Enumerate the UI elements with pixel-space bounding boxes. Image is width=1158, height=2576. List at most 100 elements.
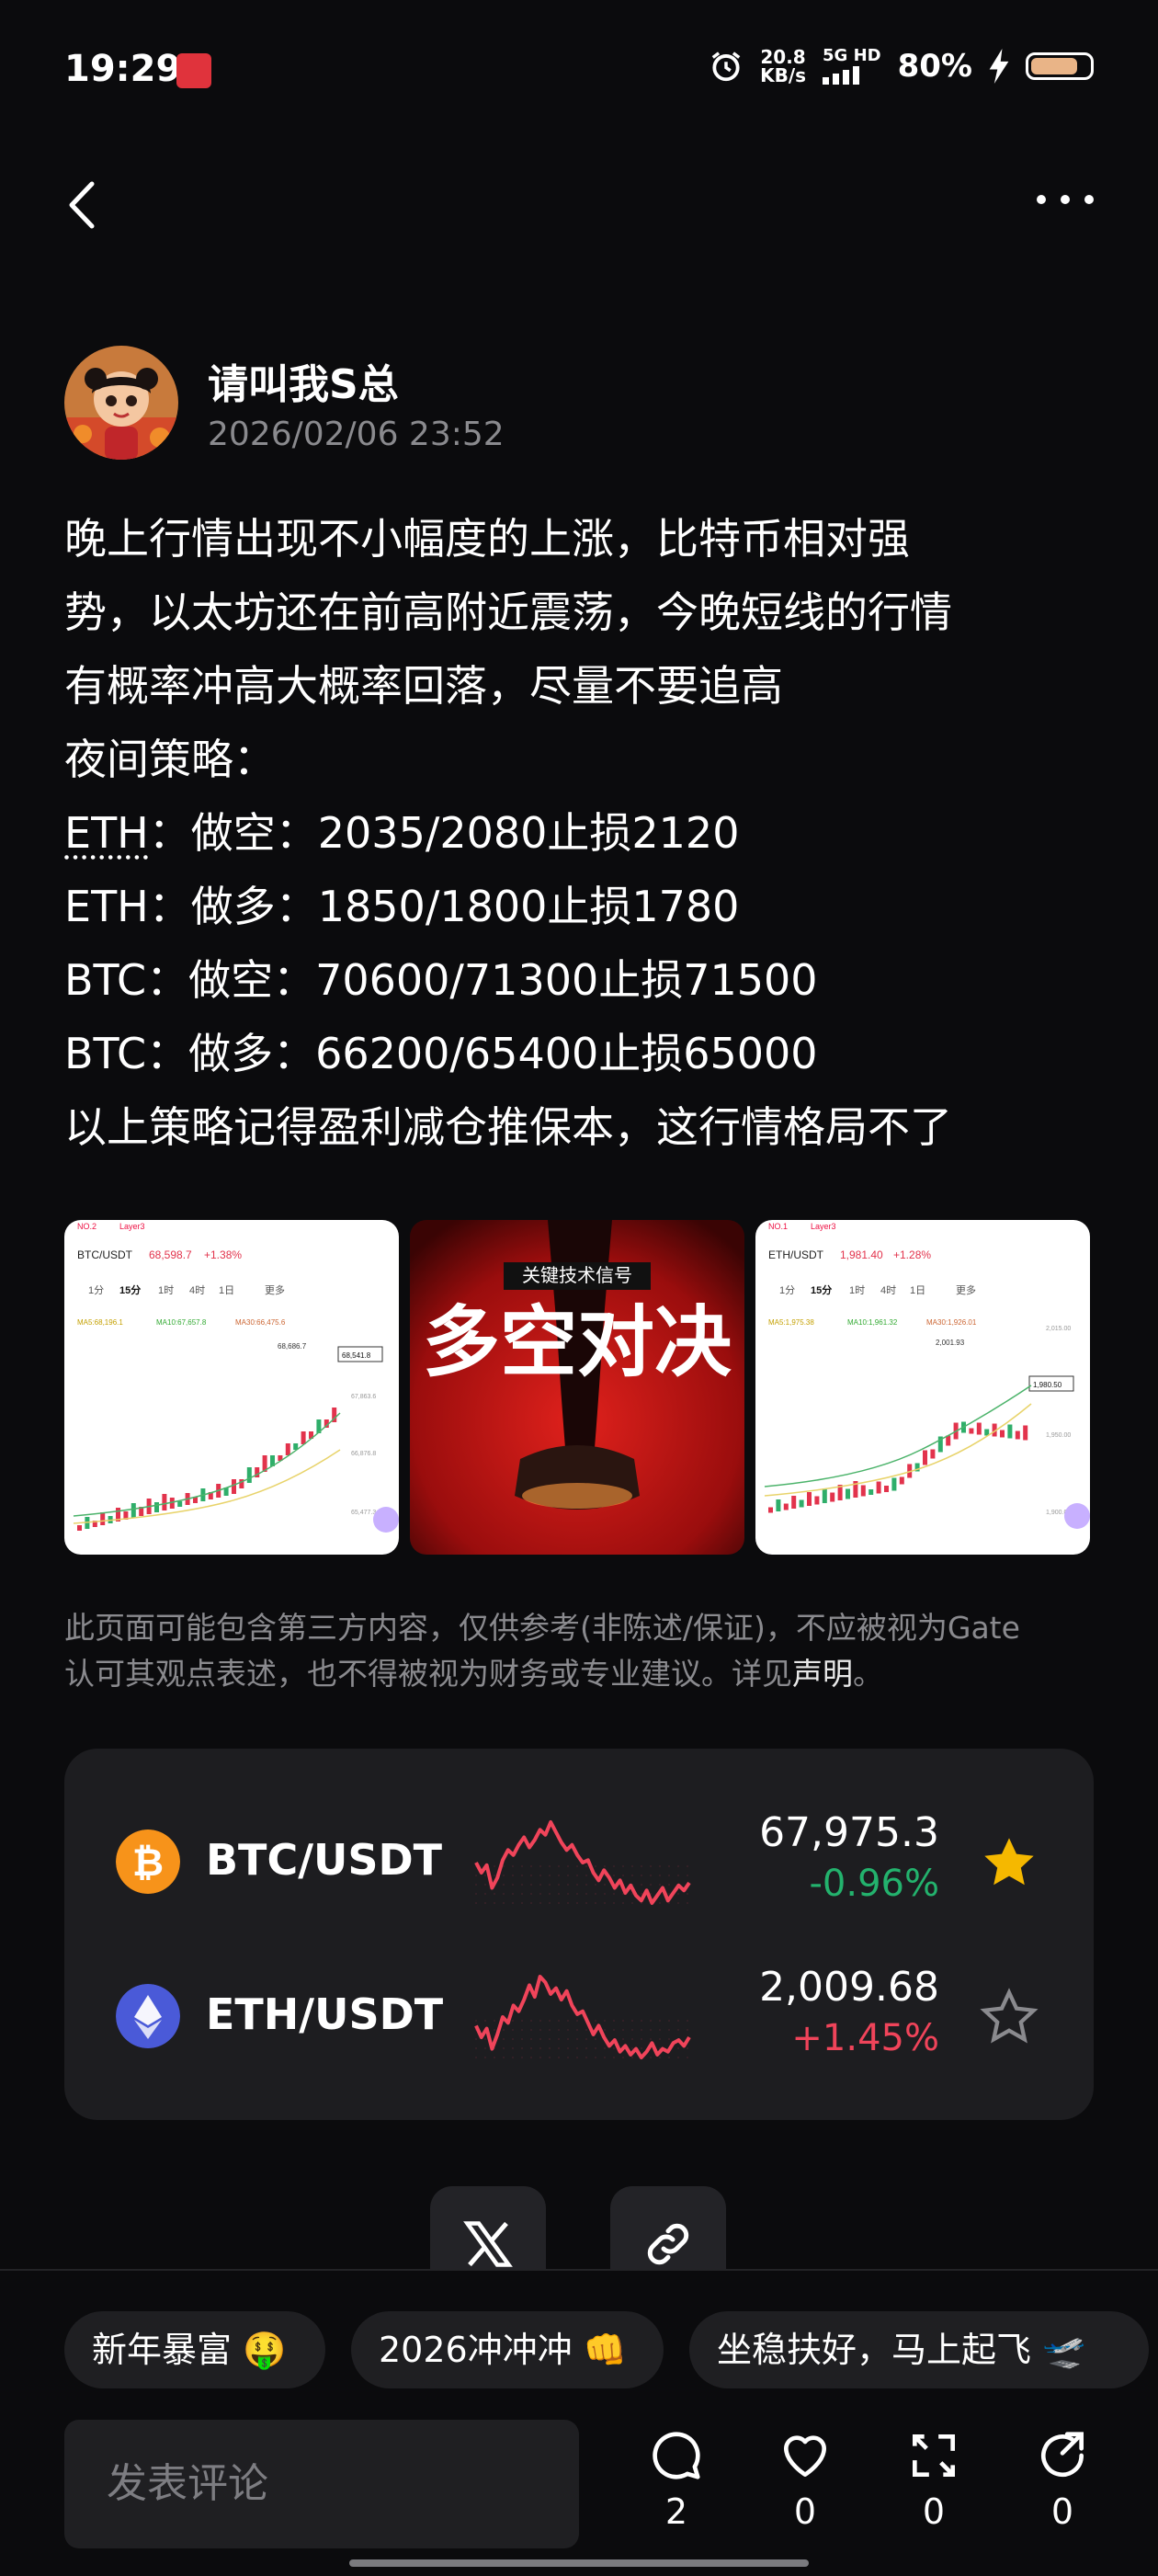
quick-reply-chip[interactable]: 2026冲冲冲 👊: [351, 2311, 664, 2388]
back-icon[interactable]: [57, 173, 112, 237]
svg-text:NO.2: NO.2: [77, 1222, 96, 1231]
author-name[interactable]: 请叫我S总: [208, 351, 399, 410]
repost-count: 0: [922, 2491, 946, 2532]
svg-text:1,981.40: 1,981.40: [840, 1248, 883, 1261]
svg-text:4时: 4时: [189, 1284, 205, 1296]
like-action[interactable]: 0: [759, 2427, 851, 2532]
pair-change: +1.45%: [791, 2017, 939, 2059]
candle: [830, 1492, 835, 1502]
share-icon: [1041, 2432, 1084, 2478]
alarm-icon: [711, 51, 741, 82]
svg-text:1,980.50: 1,980.50: [1033, 1381, 1062, 1389]
svg-text:2,001.93: 2,001.93: [936, 1339, 965, 1347]
candle: [100, 1512, 106, 1525]
coin-tag-link[interactable]: ETH: [64, 808, 149, 858]
svg-text:₿: ₿: [132, 1840, 164, 1885]
candle: [1023, 1425, 1028, 1441]
candle: [301, 1431, 306, 1444]
status-indicators: 20.8 KB/s 5G HD 80%: [709, 48, 1094, 85]
more-options-icon[interactable]: [1037, 195, 1094, 204]
svg-text:MA5:1,975.38: MA5:1,975.38: [768, 1318, 814, 1327]
candle: [891, 1477, 897, 1491]
comment-input[interactable]: 发表评论: [64, 2420, 579, 2548]
svg-text:1,950.00: 1,950.00: [1046, 1432, 1071, 1439]
promo-image[interactable]: 关键技术信号 多空对决: [410, 1220, 744, 1555]
svg-text:4时: 4时: [880, 1284, 896, 1296]
strategy-line: ETH：做空：2035/2080止损2120: [64, 808, 740, 858]
svg-text:MA10:1,961.32: MA10:1,961.32: [847, 1318, 898, 1327]
candle: [776, 1499, 781, 1511]
strategy-line: BTC：做多：66200/65400止损65000: [64, 1029, 818, 1078]
ethereum-icon: [116, 1984, 180, 2048]
svg-text:+1.38%: +1.38%: [204, 1248, 242, 1261]
svg-text:ETH/USDT: ETH/USDT: [768, 1248, 824, 1261]
favorite-star-icon[interactable]: [980, 1833, 1039, 1892]
svg-text:+1.28%: +1.28%: [893, 1248, 931, 1261]
battery-icon: [1026, 52, 1094, 80]
svg-text:1分: 1分: [88, 1284, 104, 1296]
candle: [876, 1481, 881, 1494]
svg-text:MA30:1,926.01: MA30:1,926.01: [926, 1318, 977, 1327]
comment-count: 2: [664, 2491, 688, 2532]
post-line: 夜间策略：: [64, 735, 276, 784]
pair-price: 2,009.68: [759, 1964, 939, 2011]
disclaimer-link[interactable]: 声明: [792, 1656, 853, 1692]
svg-text:MA30:66,475.6: MA30:66,475.6: [235, 1318, 286, 1327]
eth-chart-image[interactable]: NO.1 Layer3 ETH/USDT 1,981.40 +1.28% 1分 …: [755, 1220, 1090, 1555]
market-card: ₿ BTC/USDT 67,975.3 -0.96% ETH/USDT 2,00…: [64, 1749, 1094, 2120]
candle: [285, 1443, 290, 1455]
svg-text:BTC/USDT: BTC/USDT: [77, 1248, 133, 1261]
signal-bars-icon: [823, 66, 860, 85]
svg-text:更多: 更多: [956, 1283, 976, 1296]
candle: [1000, 1430, 1005, 1438]
svg-text:NO.1: NO.1: [768, 1222, 788, 1231]
market-row-eth[interactable]: ETH/USDT 2,009.68 +1.45%: [64, 1947, 1094, 2085]
btc-sparkline: [474, 1820, 691, 1905]
candle: [814, 1496, 820, 1505]
share-action[interactable]: 0: [1016, 2427, 1108, 2532]
strategy-line: BTC：做空：70600/71300止损71500: [64, 955, 818, 1005]
comment-icon: [653, 2432, 700, 2479]
charging-bolt-icon: [989, 49, 1009, 84]
btc-chart-image[interactable]: NO.2 Layer3 BTC/USDT 68,598.7 +1.38% 1分 …: [64, 1220, 399, 1555]
svg-text:Layer3: Layer3: [811, 1222, 836, 1231]
svg-text:15分: 15分: [811, 1283, 832, 1296]
candle: [899, 1476, 904, 1485]
candle: [969, 1428, 974, 1434]
sparkline-line: [474, 1820, 691, 1905]
svg-text:关键技术信号: 关键技术信号: [522, 1265, 632, 1286]
svg-text:66,876.8: 66,876.8: [351, 1451, 376, 1457]
svg-text:1分: 1分: [779, 1284, 795, 1296]
post-timestamp: 2026/02/06 23:52: [208, 416, 505, 453]
svg-text:2,015.00: 2,015.00: [1046, 1326, 1071, 1332]
quick-reply-chip[interactable]: 新年暴富 🤑: [64, 2311, 325, 2388]
comment-action[interactable]: 2: [630, 2427, 722, 2532]
candle: [154, 1502, 159, 1512]
avatar[interactable]: [64, 346, 178, 460]
disclaimer: 此页面可能包含第三方内容，仅供参考(非陈述/保证)，不应被视为Gate 认可其观…: [64, 1610, 1020, 1692]
pair-name: ETH/USDT: [206, 1989, 444, 2039]
link-icon: [647, 2223, 689, 2265]
market-row-btc[interactable]: ₿ BTC/USDT 67,975.3 -0.96%: [64, 1793, 1094, 1931]
candle: [77, 1525, 82, 1531]
svg-text:15分: 15分: [119, 1283, 141, 1296]
svg-text:68,598.7: 68,598.7: [149, 1248, 192, 1261]
favorite-star-icon[interactable]: [980, 1988, 1039, 2046]
candle: [177, 1501, 183, 1507]
pair-name: BTC/USDT: [206, 1835, 443, 1885]
svg-text:68,686.7: 68,686.7: [278, 1342, 307, 1351]
status-time: 19:29: [64, 48, 182, 90]
repost-action[interactable]: 0: [888, 2427, 980, 2532]
heart-icon: [784, 2435, 826, 2477]
candle: [923, 1450, 927, 1465]
candle: [868, 1489, 874, 1495]
like-count: 0: [793, 2491, 817, 2532]
signal-indicator: 5G HD: [823, 48, 881, 85]
svg-text:1日: 1日: [910, 1285, 925, 1296]
candle: [846, 1488, 850, 1499]
svg-text:多空对决: 多空对决: [423, 1299, 732, 1385]
candle: [860, 1485, 866, 1497]
quick-reply-chip[interactable]: 坐稳扶好，马上起飞 🛫: [689, 2311, 1149, 2388]
notification-app-icon: [176, 53, 211, 88]
candle: [1015, 1430, 1020, 1440]
